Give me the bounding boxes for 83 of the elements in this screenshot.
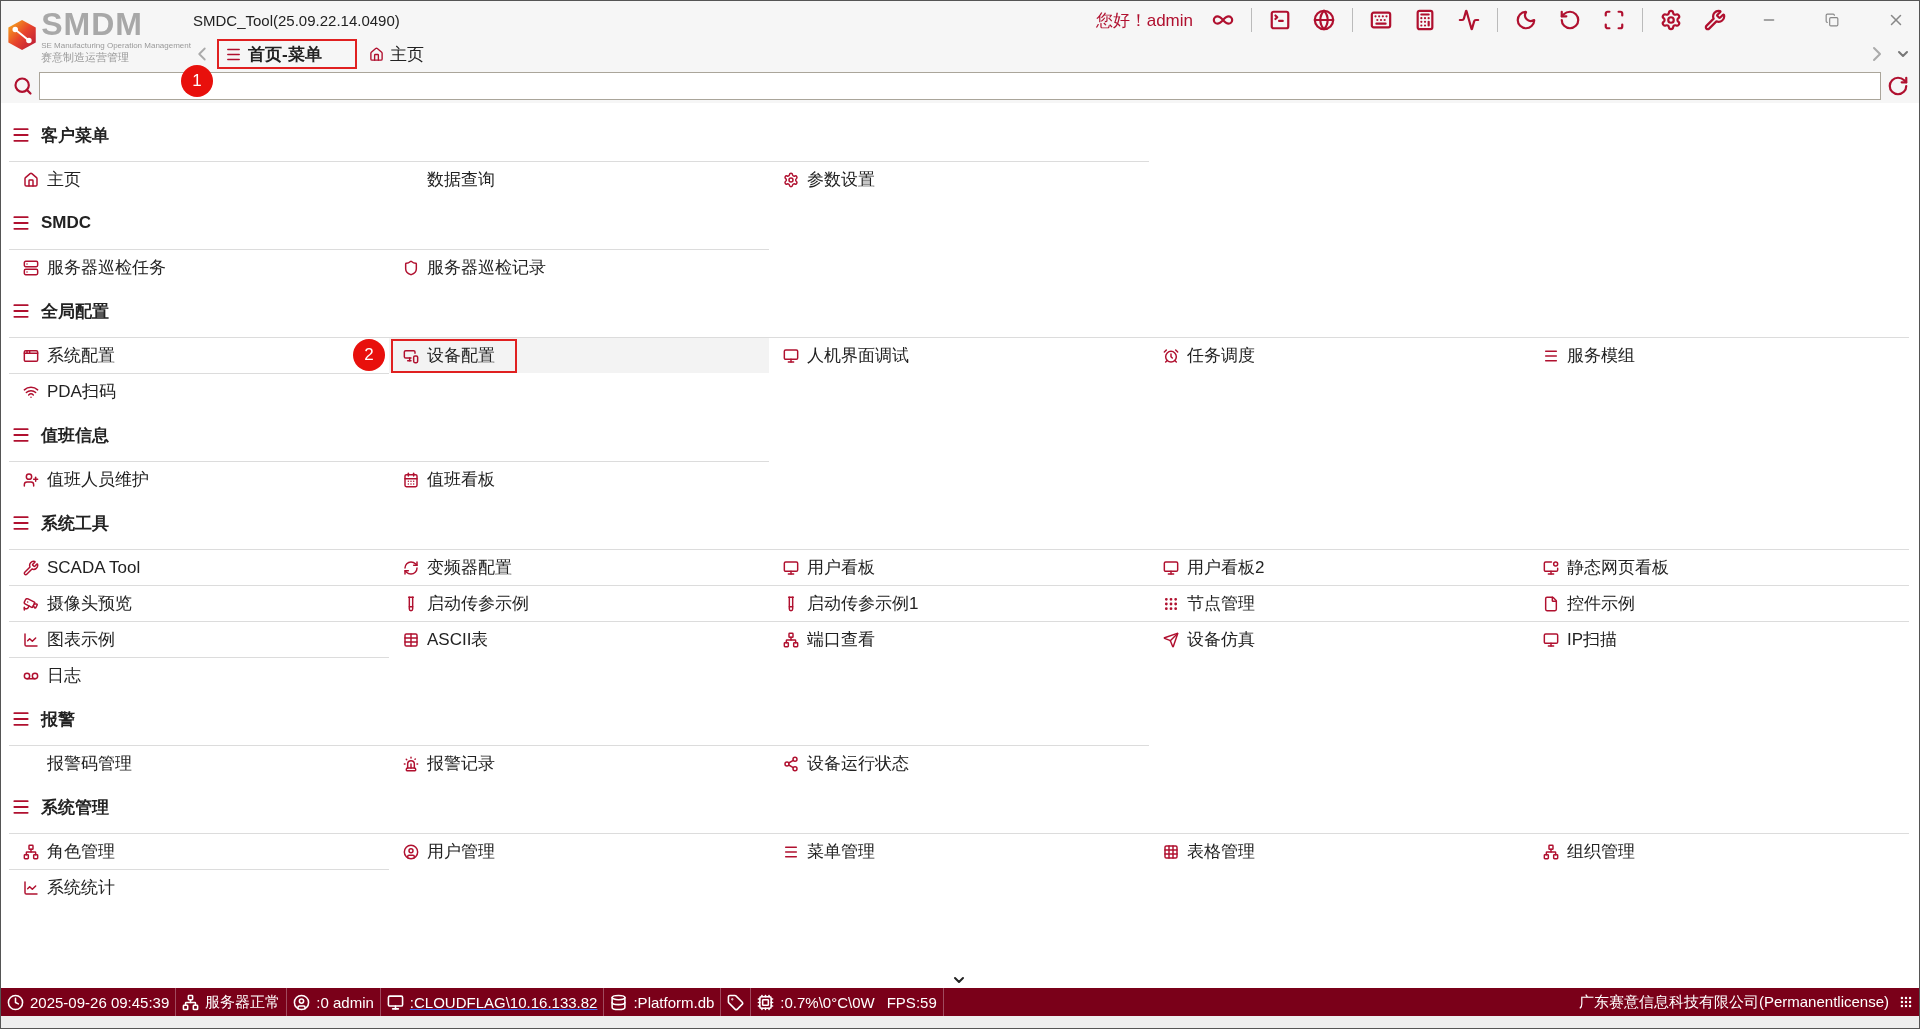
devices-icon [403,347,419,364]
network-icon [783,631,799,648]
section-title: 客户菜单 [41,124,109,147]
computer-icon [386,993,404,1011]
nodes-icon [783,755,799,772]
menu-item[interactable]: 设备配置 [389,337,769,373]
clock-icon [7,993,24,1011]
logo-tagline: 赛意制造运营管理 [41,51,131,63]
tab[interactable]: 主页 [361,39,432,69]
dots-grid-icon [1163,595,1179,612]
window-icon [23,347,39,364]
section-title: 报警 [41,708,75,731]
menu-icon [11,513,31,533]
section-title: 全局配置 [41,300,109,323]
siren-icon [403,755,419,772]
circular-arrows-icon [403,559,419,576]
window-title: SMDC_Tool(25.09.22.14.0490) [193,11,400,29]
chip-icon [757,993,775,1011]
hierarchy-icon [1543,843,1559,860]
database-icon [610,993,628,1011]
menu-icon [11,709,31,729]
hierarchy-icon [23,843,39,860]
camera-icon [23,595,39,612]
restore-icon[interactable] [1825,13,1839,27]
send-icon [1163,631,1179,648]
monitor-icon [1543,559,1559,576]
menu-icon [11,125,31,145]
alarm-clock-icon [1163,347,1179,364]
monitor-icon [1543,631,1559,648]
line-chart-icon [23,631,39,648]
section-title: 系统管理 [41,796,109,819]
undo-icon[interactable] [1559,9,1581,31]
status-usage: :0.7%\0°C\0W [780,993,875,1011]
greeting-text: 您好！admin [1095,9,1193,32]
server-icon [23,259,39,276]
section-title: 系统工具 [41,512,109,535]
resize-grip-icon [1899,995,1913,1009]
section-title: SMDC [41,213,92,233]
network-icon [182,993,200,1011]
host-link[interactable]: :CLOUDFLAG\10.16.133.82 [409,993,598,1011]
logo-subtitle: SE Manufacturing Operation Management [41,41,191,50]
home-icon [23,171,39,188]
tools-icon [23,559,39,576]
file-icon [1543,595,1559,612]
status-database: :Platform.db [633,993,715,1011]
status-server: 服务器正常 [205,992,281,1012]
status-time: 2025-09-26 09:45:39 [30,993,170,1011]
tag-icon [727,993,745,1011]
home-icon [369,46,384,62]
shield-icon [403,259,419,276]
user-plus-icon [23,471,39,488]
grid-icon [1163,843,1179,860]
globe-icon[interactable] [1313,9,1335,31]
fullscreen-icon[interactable] [1603,9,1625,31]
activity-icon[interactable] [1458,9,1480,31]
monitor-icon [783,559,799,576]
status-user: :0 admin [316,993,374,1011]
monitor-icon [783,347,799,364]
user-icon [293,993,311,1011]
settings-icon[interactable] [1660,9,1682,31]
calculator-icon[interactable] [1414,9,1436,31]
search-icon [13,76,33,96]
refresh-icon[interactable] [1887,75,1909,97]
menu-icon [11,797,31,817]
terminal-icon[interactable] [1269,9,1291,31]
wrench-icon[interactable] [1704,9,1726,31]
tab[interactable]: 首页-菜单 [217,39,357,69]
section-title: 值班信息 [41,424,109,447]
logo-text: SMDM [41,7,144,40]
menu-icon [11,425,31,445]
table-icon [403,631,419,648]
menu-icon [11,301,31,321]
line-chart-icon [23,879,39,896]
keyboard-icon[interactable] [1370,9,1392,31]
calendar-icon [403,471,419,488]
menu-icon [11,213,31,233]
company-text: 广东赛意信息科技有限公司(Permanentlicense) [1578,992,1889,1012]
user-circle-icon [403,843,419,860]
moon-icon[interactable] [1515,9,1537,31]
status-fps: FPS:59 [886,993,937,1011]
search-field[interactable] [39,72,1881,100]
monitor-icon [1163,559,1179,576]
gear-icon [783,171,799,188]
